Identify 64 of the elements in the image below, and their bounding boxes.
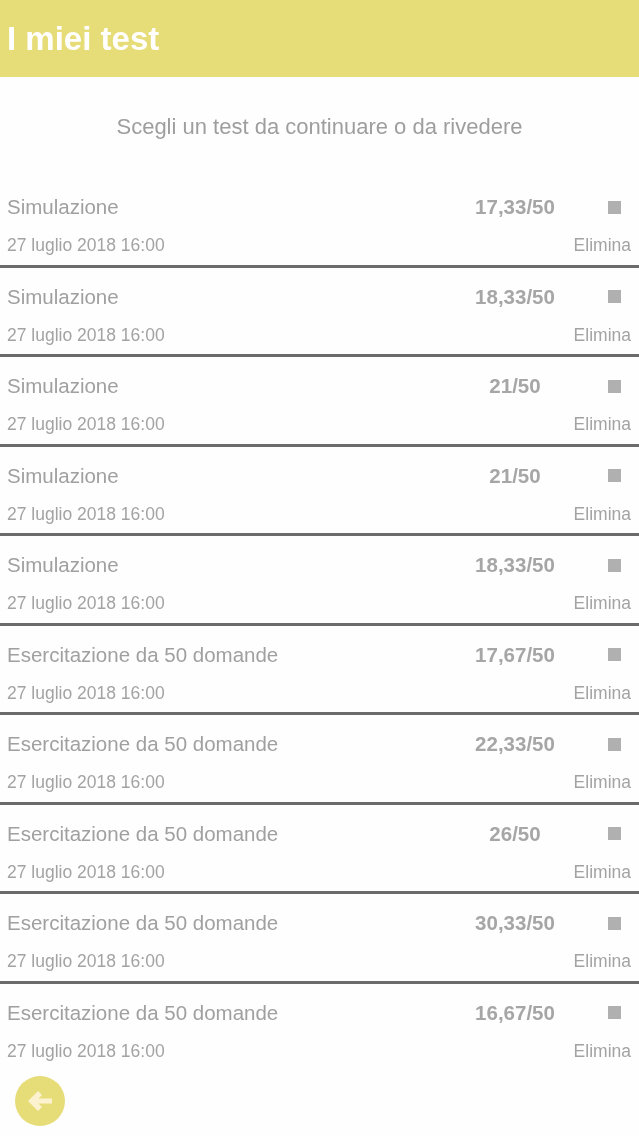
test-name: Simulazione	[7, 374, 120, 398]
delete-link[interactable]: Elimina	[573, 1040, 631, 1061]
delete-link[interactable]: Elimina	[573, 324, 631, 345]
delete-link[interactable]: Elimina	[573, 414, 631, 434]
delete-link[interactable]: Elimina	[573, 951, 631, 971]
test-name: Simulazione	[7, 284, 120, 309]
test-score: 22,33/50	[475, 732, 555, 756]
test-score: 17,33/50	[475, 195, 555, 219]
test-date: 27 luglio 2018 16:00	[7, 861, 166, 882]
test-name: Simulazione	[7, 553, 120, 577]
test-name: Esercitazione da 50 domande	[7, 911, 280, 935]
test-date: 27 luglio 2018 16:00	[7, 503, 166, 524]
test-score: 30,33/50	[475, 911, 555, 935]
square-icon	[608, 200, 621, 214]
page-title: I miei test	[7, 18, 160, 59]
arrow-left-icon	[27, 1090, 53, 1112]
test-row[interactable]: Simulazione 18,33/50 27 luglio 2018 16:00 Elimina	[0, 536, 639, 626]
test-date: 27 luglio 2018 16:00	[7, 1040, 166, 1061]
test-date: 27 luglio 2018 16:00	[7, 593, 166, 613]
test-name: Esercitazione da 50 domande	[7, 821, 280, 846]
square-icon	[608, 648, 621, 661]
delete-link[interactable]: Elimina	[573, 682, 631, 703]
test-date: 27 luglio 2018 16:00	[7, 414, 166, 434]
square-icon	[608, 379, 621, 393]
back-button[interactable]	[15, 1076, 65, 1126]
test-name: Simulazione	[7, 463, 120, 488]
square-icon	[608, 916, 621, 930]
test-date: 27 luglio 2018 16:00	[7, 235, 166, 255]
test-name: Simulazione	[7, 195, 120, 219]
test-name: Esercitazione da 50 domande	[7, 1000, 280, 1025]
test-date: 27 luglio 2018 16:00	[7, 772, 166, 792]
test-row[interactable]: Esercitazione da 50 domande 17,67/50 27 luglio 2018 16:00 Elimina	[0, 625, 639, 715]
test-row[interactable]: Esercitazione da 50 domande 30,33/50 27 luglio 2018 16:00 Elimina	[0, 894, 639, 984]
test-row[interactable]: Esercitazione da 50 domande 22,33/50 27 luglio 2018 16:00 Elimina	[0, 715, 639, 805]
test-row[interactable]: Simulazione 21/50 27 luglio 2018 16:00 Elimina	[0, 446, 639, 536]
test-date: 27 luglio 2018 16:00	[7, 324, 166, 345]
test-score: 16,67/50	[475, 1000, 555, 1025]
test-score: 21/50	[489, 374, 541, 398]
square-icon	[608, 737, 621, 751]
square-icon	[608, 1006, 621, 1019]
delete-link[interactable]: Elimina	[573, 772, 631, 792]
delete-link[interactable]: Elimina	[573, 235, 631, 255]
delete-link[interactable]: Elimina	[573, 593, 631, 613]
test-row[interactable]: Esercitazione da 50 domande 26/50 27 luglio 2018 16:00 Elimina	[0, 804, 639, 894]
square-icon	[608, 290, 621, 303]
test-score: 18,33/50	[475, 553, 555, 577]
test-row[interactable]: Esercitazione da 50 domande 16,67/50 27 luglio 2018 16:00 Elimina	[0, 983, 639, 1062]
delete-link[interactable]: Elimina	[573, 503, 631, 524]
test-score: 18,33/50	[475, 284, 555, 309]
square-icon	[608, 827, 621, 840]
test-row[interactable]: Simulazione 17,33/50 27 luglio 2018 16:00 Elimina	[0, 178, 639, 268]
test-score: 26/50	[489, 821, 541, 846]
square-icon	[608, 558, 621, 572]
test-score: 17,67/50	[475, 642, 555, 667]
test-row[interactable]: Simulazione 18,33/50 27 luglio 2018 16:00 Elimina	[0, 267, 639, 357]
delete-link[interactable]: Elimina	[573, 861, 631, 882]
test-name: Esercitazione da 50 domande	[7, 642, 280, 667]
test-score: 21/50	[489, 463, 541, 488]
instruction-text: Scegli un test da continuare o da rivedere	[116, 112, 523, 141]
test-date: 27 luglio 2018 16:00	[7, 682, 166, 703]
test-date: 27 luglio 2018 16:00	[7, 951, 166, 971]
test-name: Esercitazione da 50 domande	[7, 732, 280, 756]
test-row[interactable]: Simulazione 21/50 27 luglio 2018 16:00 Elimina	[0, 357, 639, 447]
square-icon	[608, 469, 621, 482]
